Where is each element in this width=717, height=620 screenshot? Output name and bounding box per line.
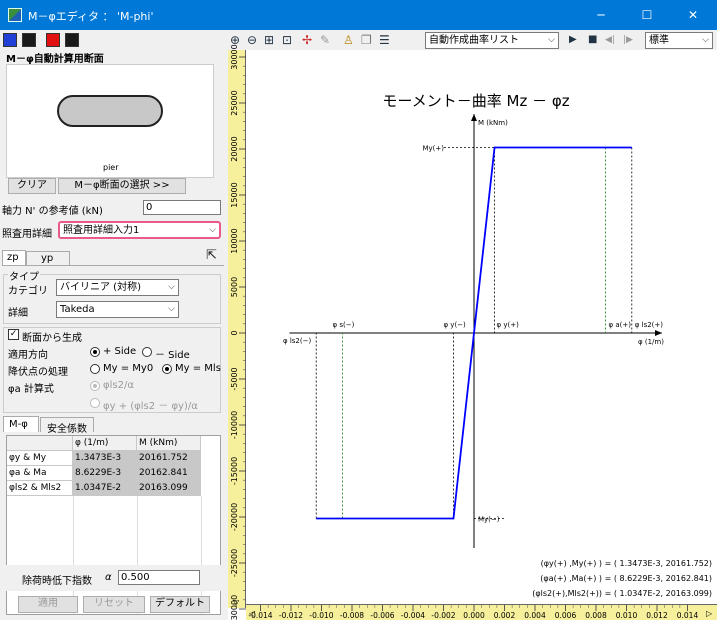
y-axis-unit-label: M (kNm) bbox=[478, 119, 508, 127]
ruler-down-arrow: ▽ bbox=[233, 598, 240, 607]
phi-a-pos-label: φ a(+) bbox=[608, 321, 631, 329]
y-tick-label: 0 bbox=[230, 330, 239, 335]
phi-y-neg-label: φ y(−) bbox=[443, 321, 466, 329]
ruler-right-arrow: ▷ bbox=[706, 609, 713, 618]
ruler-left-arrow: ◁ bbox=[248, 609, 255, 618]
x-tick-label: 0.008 bbox=[585, 611, 607, 620]
x-tick-label: 0.014 bbox=[677, 611, 699, 620]
m-phi-chart: モーメント－曲率 Mz － φz M (kNm) φ (1/m) My(+) My(−)… bbox=[230, 44, 713, 620]
x-tick-label: -0.008 bbox=[340, 611, 364, 620]
y-tick-label: 10000 bbox=[230, 228, 239, 253]
x-tick-label: 0.010 bbox=[616, 611, 638, 620]
phi-ls2-neg-label: φ ls2(−) bbox=[283, 337, 311, 345]
x-tick-label: 0.000 bbox=[463, 611, 485, 620]
y-tick-label: -20000 bbox=[230, 503, 239, 531]
my-pos-label: My(+) bbox=[422, 145, 444, 153]
x-tick-label: -0.002 bbox=[431, 611, 455, 620]
y-tick-label: 15000 bbox=[230, 182, 239, 207]
chart-title: モーメント－曲率 Mz － φz bbox=[382, 92, 569, 110]
x-tick-label: 0.004 bbox=[524, 611, 546, 620]
phi-ls2-pos-label: φ ls2(+) bbox=[635, 321, 663, 329]
x-tick-label: 0.006 bbox=[555, 611, 577, 620]
my-neg-label: My(−) bbox=[478, 515, 500, 523]
y-tick-label: -5000 bbox=[230, 367, 239, 390]
value-readout: (φls2(+),Mls2(+)) = ( 1.0347E-2, 20163.0… bbox=[532, 589, 712, 598]
x-tick-label: -0.004 bbox=[401, 611, 425, 620]
y-tick-label: -10000 bbox=[230, 411, 239, 439]
y-tick-label: -15000 bbox=[230, 457, 239, 485]
y-tick-label: 30000 bbox=[230, 44, 239, 69]
x-tick-label: 0.012 bbox=[646, 611, 668, 620]
phi-s-neg-label: φ s(−) bbox=[333, 321, 355, 329]
x-tick-label: 0.002 bbox=[494, 611, 516, 620]
x-tick-label: -0.012 bbox=[279, 611, 303, 620]
phi-y-pos-label: φ y(+) bbox=[497, 321, 520, 329]
x-tick-label: -0.006 bbox=[370, 611, 394, 620]
y-tick-label: 5000 bbox=[230, 277, 239, 297]
x-tick-label: -0.010 bbox=[309, 611, 333, 620]
y-tick-label: -25000 bbox=[230, 549, 239, 577]
y-tick-label: 25000 bbox=[230, 90, 239, 115]
x-axis-arrow bbox=[655, 330, 662, 336]
value-readout: (φa(+) ,Ma(+) ) = ( 8.6229E-3, 20162.841… bbox=[540, 574, 712, 583]
value-readout: (φy(+) ,My(+) ) = ( 1.3473E-3, 20161.752… bbox=[541, 559, 712, 568]
y-tick-label: 20000 bbox=[230, 136, 239, 161]
y-axis-arrow bbox=[471, 114, 477, 121]
x-axis-unit-label: φ (1/m) bbox=[638, 338, 664, 346]
